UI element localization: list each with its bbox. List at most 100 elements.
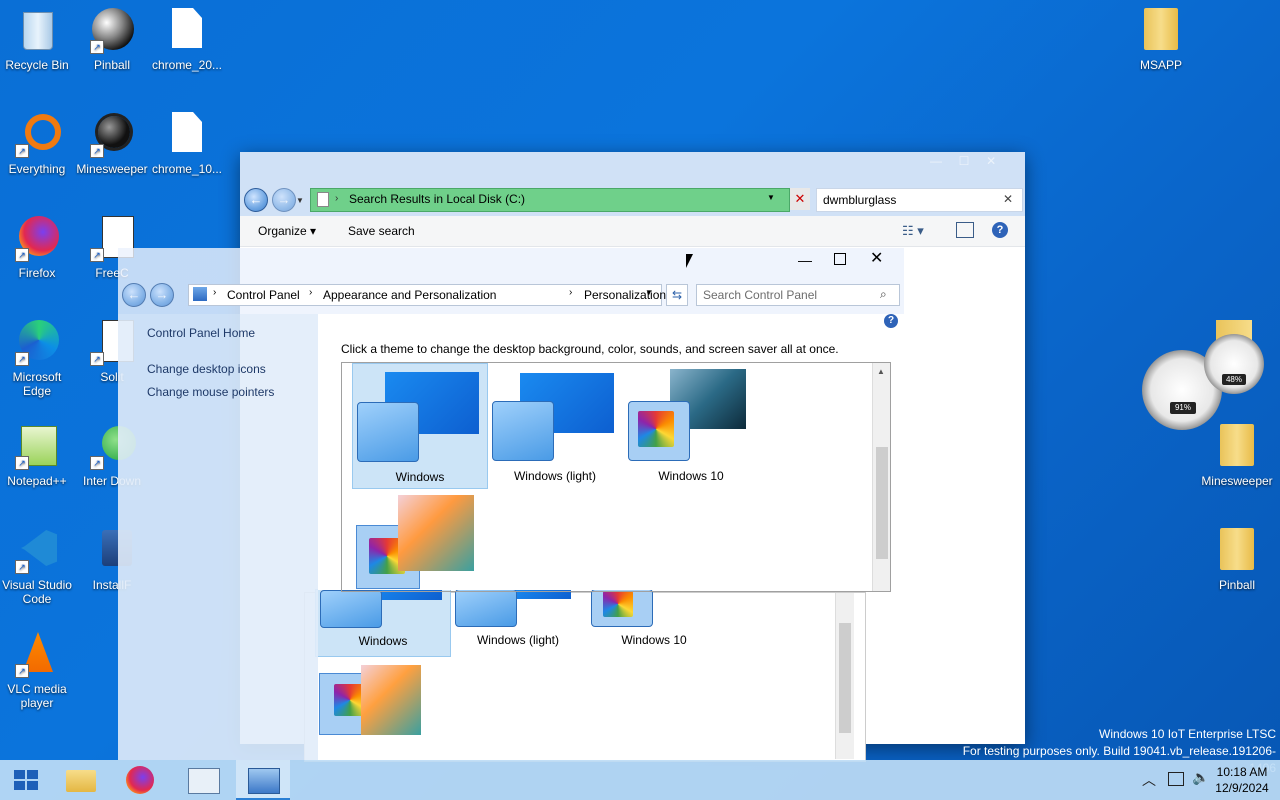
taskbar-firefox[interactable] [114,760,168,800]
maximize-button[interactable] [834,253,846,265]
cp-address-dropdown-icon[interactable]: ▼ [645,288,653,297]
address-text: Search Results in Local Disk (C:) [349,192,526,206]
minimize-button[interactable]: — [798,252,812,268]
breadcrumb-separator-icon: › [569,287,573,298]
folder-icon [66,770,96,792]
theme-label: Windows [395,470,445,484]
desktop-icon-vscode[interactable]: ↗ Visual Studio Code [0,528,74,606]
search-folder-icon [317,192,329,207]
desktop-icon-msapp[interactable]: MSAPP [1124,8,1198,72]
forward-button[interactable]: → [272,188,296,212]
folder-icon [1139,8,1183,52]
theme-label: Windows 10 [658,469,724,483]
theme-windows10[interactable]: Windows 10 [624,363,758,487]
control-panel-home-link[interactable]: Control Panel Home [147,326,255,340]
breadcrumb-separator-icon: › [213,287,217,298]
notepadpp-icon: ↗ [15,424,59,470]
desktop-icon-label: chrome_10... [151,162,223,176]
clear-search-icon[interactable]: ✕ [1003,192,1013,206]
organize-label: Organize [258,224,307,238]
vscode-icon: ↗ [15,528,59,574]
desktop-icon-minesweeper[interactable]: ↗ Minesweeper [75,112,149,176]
change-mouse-pointers-link[interactable]: Change mouse pointers [147,385,274,399]
desktop-icon-vlc[interactable]: ↗ VLC media player [0,632,74,710]
command-bar: Organize ▾ Save search ☷ ▾ ? [240,216,1025,247]
monitor-chart-icon [188,768,220,794]
theme-list[interactable]: Windows Windows (light) Windows 10 ▲ [341,362,891,592]
taskbar-clock[interactable]: 10:18 AM 12/9/2024 [1212,764,1272,796]
vlc-cone-icon: ↗ [15,632,59,678]
desktop-icon-minesweeper-folder[interactable]: Minesweeper [1200,424,1274,488]
desktop-icon-pinball-folder[interactable]: Pinball [1200,528,1274,592]
control-panel-icon [193,287,207,301]
search-icon: ⌕ [880,287,887,301]
desktop-icon-label: Pinball [1218,578,1256,592]
volume-icon[interactable]: 🔈 [1192,769,1209,786]
cp-search-input[interactable]: Search Control Panel ⌕ [696,284,900,306]
folder-icon [1215,528,1259,572]
explorer-search-input[interactable]: dwmblurglass ✕ [816,188,1023,212]
clock-date: 12/9/2024 [1215,781,1269,795]
desktop-icon-label: Notepad++ [7,474,67,488]
breadcrumb-control-panel[interactable]: Control Panel [227,288,300,302]
desktop-icon-chrome-file-2[interactable]: chrome_10... [150,112,224,176]
desktop-icon-edge[interactable]: ↗ Microsoft Edge [0,320,74,398]
cp-address-bar[interactable]: › Control Panel › Appearance and Persona… [188,284,666,306]
cp-left-pane: Control Panel Home Change desktop icons … [118,314,318,760]
desktop-icon-label: Everything [8,162,66,176]
desktop-icon-label: Recycle Bin [5,58,69,72]
back-button[interactable]: ← [244,188,268,212]
theme-label: Windows (light) [513,469,597,483]
instruction-text: Click a theme to change the desktop back… [341,342,839,356]
save-search-button[interactable]: Save search [348,224,415,238]
taskbar-task-manager[interactable] [176,760,230,800]
theme-flowers-preview [398,495,474,571]
change-desktop-icons-link[interactable]: Change desktop icons [147,362,266,376]
mouse-cursor-icon [686,254,700,268]
breadcrumb-personalization[interactable]: Personalization [584,288,666,302]
desktop-icon-label: Microsoft Edge [12,370,62,398]
desktop-icon-chrome-file-1[interactable]: chrome_20... [150,8,224,72]
breadcrumb-separator-icon: › [309,287,313,298]
cp-search-placeholder: Search Control Panel [703,288,818,302]
stop-search-icon[interactable]: ✕ [790,188,810,210]
close-button[interactable]: ✕ [870,248,883,268]
folder-icon [1215,424,1259,468]
explorer-caption-buttons[interactable]: — ☐ ✕ [930,154,996,168]
refresh-icon[interactable]: ⇆ [666,284,688,306]
theme-list-scrollbar[interactable]: ▲ [872,363,890,591]
address-dropdown-icon[interactable]: ▼ [767,193,775,202]
theme-windows-light[interactable]: Windows (light) [488,363,622,487]
mine-icon: ↗ [90,112,134,158]
desktop-icon-label: Minesweeper [1201,474,1273,488]
taskbar-file-explorer[interactable] [54,760,108,800]
preview-pane-icon[interactable] [956,222,974,238]
desktop-icon-pinball[interactable]: ↗ Pinball [75,8,149,72]
help-icon[interactable]: ? [992,222,1008,238]
address-bar[interactable]: › Search Results in Local Disk (C:) ▼ [310,188,790,212]
show-hidden-icons-chevron-icon[interactable]: ︿ [1142,770,1156,790]
cp-forward-button[interactable]: → [150,283,174,307]
memory-meter-gadget[interactable]: 48% [1204,334,1264,394]
cp-main-pane: ? Click a theme to change the desktop ba… [318,314,904,592]
scroll-up-icon[interactable]: ▲ [877,367,885,376]
desktop-icon-label: Minesweeper [76,162,148,176]
control-panel-window[interactable]: — ✕ ← → › Control Panel › Appearance and… [118,248,904,760]
organize-button[interactable]: Organize ▾ [258,224,316,238]
desktop-icon-label: Visual Studio Code [2,578,72,606]
desktop-icon-recycle-bin[interactable]: Recycle Bin [0,8,74,72]
desktop-icon-firefox[interactable]: ↗ Firefox [0,216,74,280]
theme-windows[interactable]: Windows [352,363,488,489]
breadcrumb-appearance[interactable]: Appearance and Personalization [323,288,496,302]
history-dropdown-icon[interactable]: ▼ [296,196,304,205]
taskbar-control-panel[interactable] [236,760,290,800]
start-button[interactable] [0,760,54,800]
network-icon[interactable] [1168,772,1184,786]
breadcrumb-separator-icon: › [335,193,339,204]
cp-help-icon[interactable]: ? [884,314,898,328]
view-options-icon[interactable]: ☷ ▾ [902,223,924,239]
desktop-icon-everything[interactable]: ↗ Everything [0,112,74,176]
file-icon [165,8,209,52]
desktop-icon-notepadpp[interactable]: ↗ Notepad++ [0,424,74,488]
cp-back-button[interactable]: ← [122,283,146,307]
